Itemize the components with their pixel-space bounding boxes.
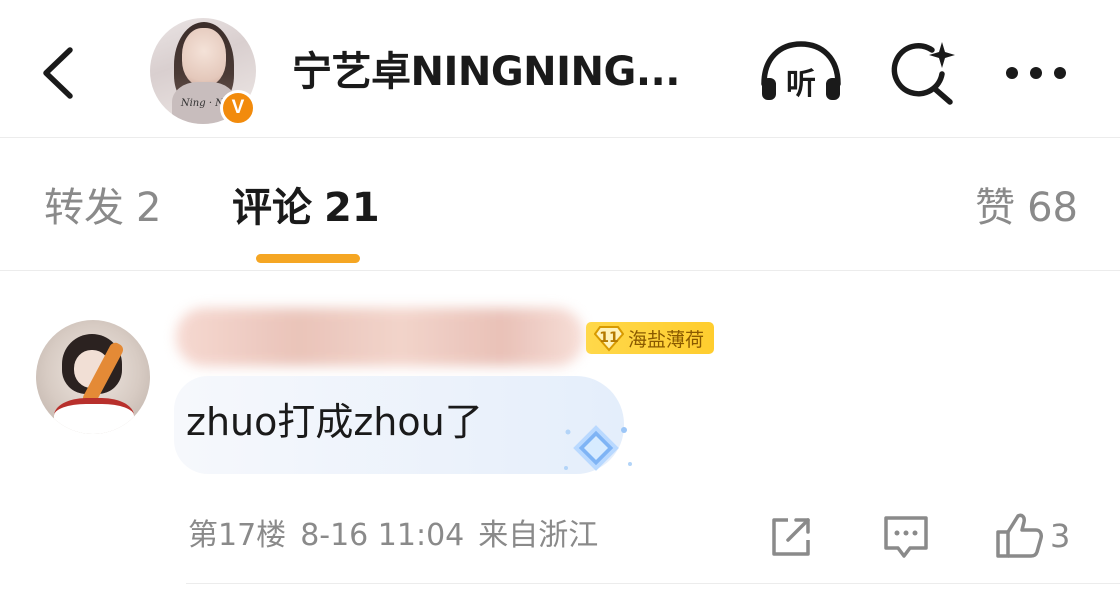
like-count: 3: [1050, 517, 1071, 555]
author-avatar[interactable]: Ning · Ni V: [150, 18, 262, 130]
commenter-name-redacted[interactable]: [176, 308, 584, 366]
search-button[interactable]: [880, 38, 970, 108]
rank-level-number: 11: [599, 330, 619, 346]
headphones-icon: 听: [761, 41, 841, 102]
reply-icon: [884, 516, 928, 558]
page-title[interactable]: 宁艺卓NINGNING...: [292, 44, 712, 100]
more-dots-icon: [1006, 67, 1066, 79]
comment-floor: 第17楼: [188, 518, 287, 553]
search-sparkle-icon: [891, 42, 955, 105]
tab-bar: 转发 2 评论 21 赞 68: [0, 139, 1120, 271]
tab-comment-label: 评论: [232, 185, 312, 231]
tab-comment[interactable]: 评论 21: [232, 183, 380, 233]
commenter-avatar[interactable]: [36, 320, 150, 434]
like-button[interactable]: 3: [994, 510, 1094, 562]
comment-location: 来自浙江: [478, 518, 599, 553]
comment-item: 11 海盐薄荷 zhuo打成zhou了 第17楼 8-16 11:04 来自浙江: [0, 272, 1120, 597]
comment-time: 8-16 11:04: [300, 518, 465, 553]
listen-label: 听: [786, 67, 816, 102]
thumb-up-icon: [996, 513, 1043, 558]
listen-button[interactable]: 听: [756, 38, 846, 108]
comment-page: Ning · Ni V 宁艺卓NINGNING... 听 转发 2 评论 21 …: [0, 0, 1120, 597]
active-tab-indicator: [256, 254, 360, 263]
chevron-left-icon: [43, 47, 73, 99]
top-bar: Ning · Ni V 宁艺卓NINGNING... 听: [0, 0, 1120, 138]
rank-name: 海盐薄荷: [628, 328, 705, 351]
tab-repost-count: 2: [136, 185, 162, 231]
tab-like[interactable]: 赞 68: [975, 183, 1078, 233]
fan-rank-badge[interactable]: 11 海盐薄荷: [586, 322, 715, 354]
tab-like-count: 68: [1027, 185, 1078, 231]
more-button[interactable]: [996, 38, 1086, 108]
gem-sparkle-icon: [564, 425, 632, 471]
tab-comment-count: 21: [324, 185, 380, 231]
tab-repost[interactable]: 转发 2: [44, 183, 161, 233]
share-icon: [772, 518, 810, 556]
reply-button[interactable]: [880, 510, 932, 562]
rank-level: 11: [594, 324, 624, 352]
divider: [186, 583, 1120, 584]
comment-text[interactable]: zhuo打成zhou了: [186, 392, 483, 452]
tab-like-label: 赞: [975, 185, 1016, 231]
share-button[interactable]: [766, 510, 816, 562]
verified-badge: V: [220, 90, 256, 126]
comment-meta: 第17楼 8-16 11:04 来自浙江: [188, 512, 598, 560]
tab-repost-label: 转发: [44, 185, 124, 231]
back-button[interactable]: [34, 40, 84, 106]
